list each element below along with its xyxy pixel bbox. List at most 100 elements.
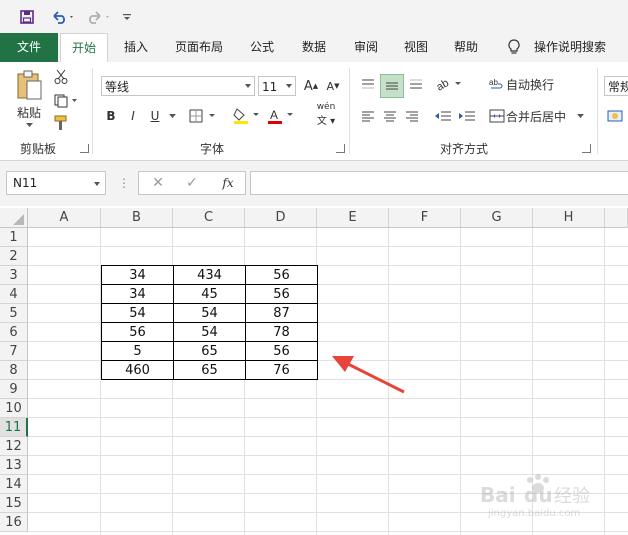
number-format-select[interactable]: 常规: [604, 76, 628, 96]
lightbulb-icon[interactable]: [504, 33, 524, 62]
increase-font-icon[interactable]: A ▲: [302, 76, 320, 96]
merge-center-button[interactable]: 合并后居中: [506, 106, 572, 126]
table-cell[interactable]: 56: [101, 322, 174, 342]
tab-page-layout[interactable]: 页面布局: [166, 33, 232, 62]
table-cell[interactable]: 87: [245, 303, 318, 323]
formula-bar-grip-icon[interactable]: ⋮: [118, 176, 130, 190]
row-header-16[interactable]: 16: [0, 513, 28, 532]
table-cell[interactable]: 5: [101, 341, 174, 361]
select-all-corner[interactable]: [0, 208, 28, 228]
redo-icon[interactable]: [84, 8, 114, 26]
table-cell[interactable]: 56: [245, 265, 318, 285]
row-header-9[interactable]: 9: [0, 380, 28, 399]
cut-icon[interactable]: [52, 68, 70, 86]
table-cell[interactable]: 34: [101, 284, 174, 304]
enter-icon[interactable]: ✓: [183, 174, 201, 192]
tab-data[interactable]: 数据: [292, 33, 336, 62]
paste-button[interactable]: 粘贴: [10, 104, 48, 120]
underline-dropdown-icon[interactable]: [166, 106, 178, 126]
tab-view[interactable]: 视图: [396, 33, 436, 62]
wrap-text-icon[interactable]: ab: [488, 74, 506, 94]
chevron-down-icon[interactable]: [94, 182, 100, 186]
tab-formulas[interactable]: 公式: [240, 33, 284, 62]
orientation-icon[interactable]: ab: [434, 74, 466, 94]
column-header-f[interactable]: F: [389, 208, 461, 228]
paste-icon[interactable]: [14, 68, 44, 102]
align-middle-icon[interactable]: [380, 74, 404, 98]
column-header-c[interactable]: C: [173, 208, 245, 228]
align-bottom-icon[interactable]: [406, 74, 426, 94]
phonetic-guide-icon[interactable]: wén 文 ▾: [308, 102, 344, 127]
font-launcher-icon[interactable]: [336, 144, 345, 153]
merge-center-icon[interactable]: [488, 106, 506, 126]
formula-input[interactable]: [250, 171, 628, 195]
column-header-b[interactable]: B: [101, 208, 173, 228]
format-painter-icon[interactable]: [52, 114, 70, 132]
column-header-partial[interactable]: [605, 208, 628, 228]
alignment-launcher-icon[interactable]: [582, 144, 591, 153]
table-cell[interactable]: 460: [101, 360, 174, 380]
table-cell[interactable]: 45: [173, 284, 246, 304]
table-cell[interactable]: 65: [173, 341, 246, 361]
row-header-6[interactable]: 6: [0, 323, 28, 342]
align-left-icon[interactable]: [358, 106, 378, 126]
align-center-icon[interactable]: [380, 106, 400, 126]
decrease-font-icon[interactable]: A ▼: [324, 76, 342, 96]
fill-color-icon[interactable]: [232, 106, 264, 126]
column-header-a[interactable]: A: [28, 208, 101, 228]
table-cell[interactable]: 76: [245, 360, 318, 380]
font-name-select[interactable]: 等线: [101, 76, 255, 96]
row-header-13[interactable]: 13: [0, 456, 28, 475]
undo-icon[interactable]: [48, 8, 78, 26]
column-header-g[interactable]: G: [461, 208, 533, 228]
bold-button[interactable]: B: [102, 106, 120, 126]
table-cell[interactable]: 434: [173, 265, 246, 285]
italic-button[interactable]: I: [124, 106, 142, 126]
clipboard-launcher-icon[interactable]: [80, 144, 89, 153]
table-cell[interactable]: 54: [173, 322, 246, 342]
row-header-10[interactable]: 10: [0, 399, 28, 418]
decrease-indent-icon[interactable]: [432, 106, 454, 126]
row-header-2[interactable]: 2: [0, 247, 28, 266]
insert-function-button[interactable]: fx: [219, 174, 237, 192]
row-header-15[interactable]: 15: [0, 494, 28, 513]
table-cell[interactable]: 56: [245, 341, 318, 361]
column-header-h[interactable]: H: [533, 208, 605, 228]
table-cell[interactable]: 34: [101, 265, 174, 285]
tab-help[interactable]: 帮助: [446, 33, 486, 62]
accounting-format-icon[interactable]: [606, 106, 624, 126]
tab-home[interactable]: 开始: [60, 33, 108, 64]
copy-icon[interactable]: [52, 92, 80, 110]
row-header-3[interactable]: 3: [0, 266, 28, 285]
row-header-7[interactable]: 7: [0, 342, 28, 361]
cancel-icon[interactable]: ✕: [149, 174, 167, 192]
row-header-1[interactable]: 1: [0, 228, 28, 247]
row-header-4[interactable]: 4: [0, 285, 28, 304]
align-right-icon[interactable]: [402, 106, 422, 126]
column-header-e[interactable]: E: [317, 208, 389, 228]
row-header-12[interactable]: 12: [0, 437, 28, 456]
row-header-5[interactable]: 5: [0, 304, 28, 323]
row-header-14[interactable]: 14: [0, 475, 28, 494]
row-header-11[interactable]: 11: [0, 418, 28, 437]
name-box[interactable]: N11: [6, 171, 106, 195]
table-cell[interactable]: 65: [173, 360, 246, 380]
increase-indent-icon[interactable]: [456, 106, 478, 126]
save-icon[interactable]: [18, 8, 36, 26]
underline-button[interactable]: U: [146, 106, 164, 126]
font-size-select[interactable]: 11: [258, 76, 296, 96]
tab-insert[interactable]: 插入: [114, 33, 158, 62]
table-cell[interactable]: 56: [245, 284, 318, 304]
merge-dropdown-icon[interactable]: [574, 106, 586, 126]
font-color-icon[interactable]: A: [266, 106, 298, 126]
tab-file[interactable]: 文件: [0, 33, 58, 62]
paste-dropdown-icon[interactable]: [22, 120, 36, 130]
row-header-8[interactable]: 8: [0, 361, 28, 380]
customize-icon[interactable]: [120, 8, 134, 26]
wrap-text-button[interactable]: 自动换行: [506, 74, 562, 94]
tell-me-search[interactable]: 操作说明搜索: [530, 33, 610, 62]
table-cell[interactable]: 78: [245, 322, 318, 342]
borders-icon[interactable]: [188, 106, 220, 126]
column-header-d[interactable]: D: [245, 208, 317, 228]
table-cell[interactable]: 54: [101, 303, 174, 323]
